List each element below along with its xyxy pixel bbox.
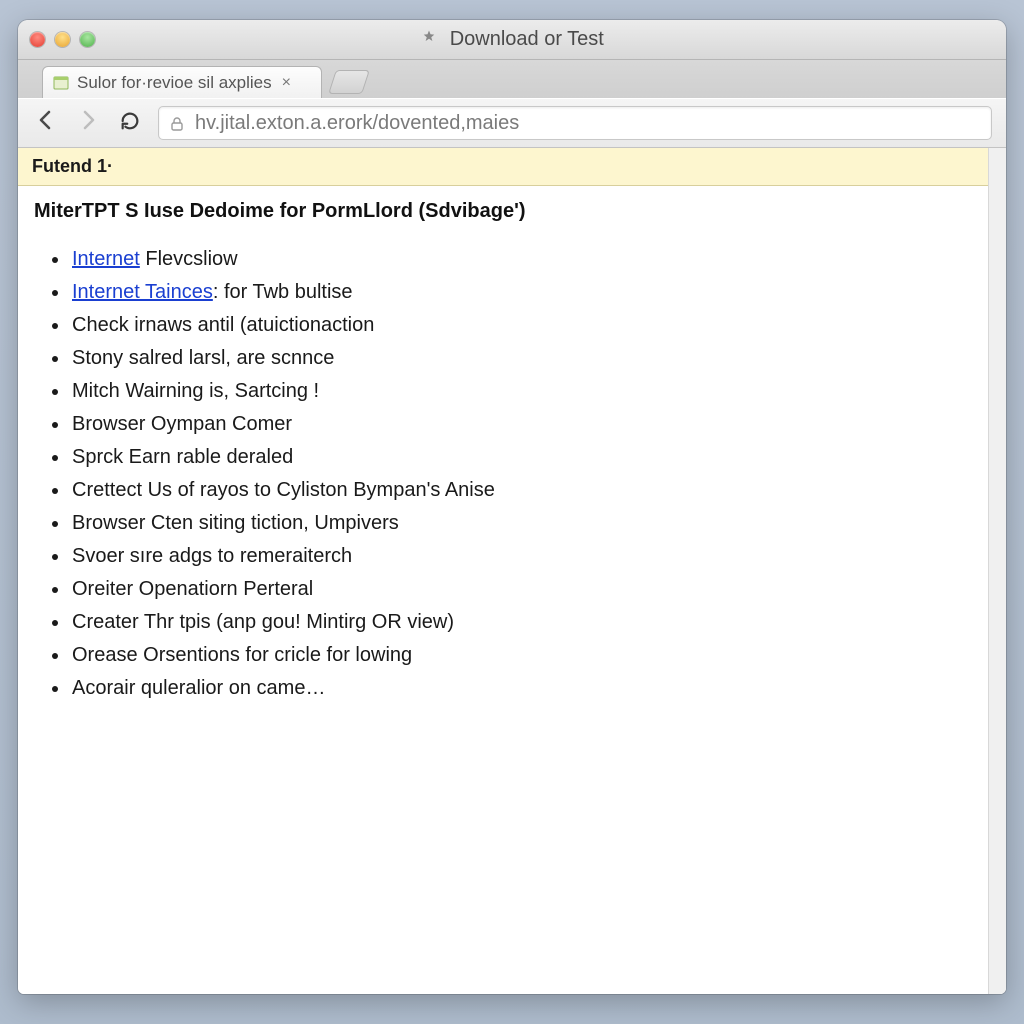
- page-viewport[interactable]: Futend 1· MiterTPT S Iuse Dedoime for Po…: [18, 148, 988, 994]
- list-item: Internet Tainces: for Twb bultise: [70, 276, 972, 309]
- list-item: Mitch Wairning is, Sartcing !: [70, 375, 972, 408]
- list-item: Browser Cten siting tiction, Umpivers: [70, 507, 972, 540]
- list-item: Sprck Earn rable deraled: [70, 441, 972, 474]
- site-info-icon: [169, 115, 185, 131]
- list-item-text: Flevcsliow: [140, 248, 238, 270]
- info-banner: Futend 1·: [18, 148, 988, 186]
- address-bar[interactable]: hv.jital.exton.a.erork/dovented,maies: [158, 106, 992, 140]
- list-item-link[interactable]: Internet: [72, 248, 140, 270]
- feature-list: Internet FlevcsliowInternet Tainces: for…: [18, 229, 988, 725]
- zoom-window-button[interactable]: [80, 32, 95, 47]
- tab-favicon-icon: [53, 75, 69, 91]
- banner-text: Futend 1·: [32, 156, 113, 176]
- list-item: Browser Oympan Comer: [70, 408, 972, 441]
- traffic-lights: [30, 32, 95, 47]
- tab-close-button[interactable]: ×: [282, 74, 291, 92]
- minimize-window-button[interactable]: [55, 32, 70, 47]
- reload-button[interactable]: [116, 108, 144, 139]
- list-item: Stony salred larsl, are scnnce: [70, 342, 972, 375]
- app-icon: [420, 29, 438, 47]
- window-title-text: Download or Test: [450, 28, 604, 50]
- list-item-text: : for Twb bultise: [213, 281, 353, 303]
- new-tab-button[interactable]: [328, 70, 370, 94]
- list-item: Oreiter Openatiorn Perteral: [70, 573, 972, 606]
- content-area: Futend 1· MiterTPT S Iuse Dedoime for Po…: [18, 148, 1006, 994]
- forward-button[interactable]: [74, 108, 102, 139]
- list-item: Svoer sıre adgs to remeraiterch: [70, 540, 972, 573]
- window-titlebar: Download or Test: [18, 20, 1006, 60]
- list-item: Crettect Us of rayos to Cyliston Bympan'…: [70, 474, 972, 507]
- list-item: Internet Flevcsliow: [70, 243, 972, 276]
- list-item: Creater Thr tpis (anp gou! Mintirg OR vi…: [70, 606, 972, 639]
- url-text: hv.jital.exton.a.erork/dovented,maies: [195, 112, 519, 135]
- list-item: Acorair quleralior on came…: [70, 672, 972, 705]
- navigation-toolbar: hv.jital.exton.a.erork/dovented,maies: [18, 98, 1006, 148]
- tab-strip: Sulor for·revioe sil axplies ×: [18, 60, 1006, 98]
- list-item: Check irnaws antil (atuictionaction: [70, 309, 972, 342]
- list-item: Orease Orsentions for cricle for lowing: [70, 639, 972, 672]
- back-button[interactable]: [32, 108, 60, 139]
- window-title: Download or Test: [18, 28, 1006, 51]
- tab-label: Sulor for·revioe sil axplies: [77, 73, 272, 93]
- vertical-scrollbar[interactable]: [988, 148, 1006, 994]
- browser-window: Download or Test Sulor for·revioe sil ax…: [18, 20, 1006, 994]
- list-item-link[interactable]: Internet Tainces: [72, 281, 213, 303]
- browser-tab[interactable]: Sulor for·revioe sil axplies ×: [42, 66, 322, 98]
- page-title: MiterTPT S Iuse Dedoime for PormLlord (S…: [18, 186, 988, 229]
- close-window-button[interactable]: [30, 32, 45, 47]
